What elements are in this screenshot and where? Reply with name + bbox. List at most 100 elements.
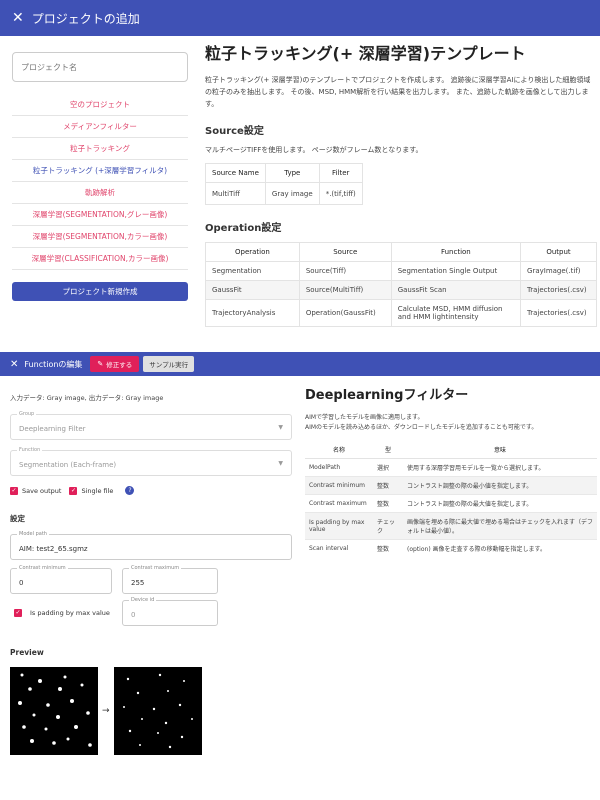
table-header-cell: Type	[264, 163, 320, 183]
table-header-cell: Function	[390, 242, 522, 262]
table-header-cell: 型	[373, 441, 403, 459]
table-row: TrajectoryAnalysis Operation(GaussFit) Cal…	[205, 299, 597, 327]
dropdown-arrow-icon: ▼	[278, 460, 283, 467]
table-cell: Operation(GaussFit)	[298, 299, 392, 327]
source-description: マルチページTIFFを使用します。 ページ数がフレーム数となります。	[205, 146, 423, 154]
table-cell: Is padding by max value	[305, 512, 373, 540]
table-cell: Gray image	[264, 182, 320, 205]
padding-row: ✓ Is padding by max value Device id 0	[10, 597, 292, 626]
settings-heading: 設定	[10, 514, 25, 523]
template-item[interactable]: メディアンフィルター	[12, 116, 188, 138]
project-name-input[interactable]	[12, 52, 188, 82]
template-item[interactable]: 粒子トラッキング (+深層学習フィルタ)	[12, 160, 188, 182]
help-description-2: AIMのモデルを読み込めるほか、ダウンロードしたモデルを追加することも可能です。	[305, 424, 538, 431]
output-options: ✓ Save output ✓ Single file ?	[10, 486, 292, 495]
table-header-cell: Source	[298, 242, 392, 262]
output-preview-image	[113, 667, 202, 755]
table-cell: ModelPath	[305, 458, 373, 477]
device-id-label: Device id	[129, 597, 157, 603]
fix-button[interactable]: ✎ 修正する	[90, 356, 140, 372]
device-id-field[interactable]: Device id 0	[122, 597, 218, 626]
dropdown-arrow-icon: ▼	[278, 424, 283, 431]
table-cell: チェック	[373, 512, 403, 540]
input-preview-image	[10, 667, 98, 755]
template-detail: 粒子トラッキング(+ 深層学習)テンプレート 粒子トラッキング(+ 深層学習)の…	[205, 40, 597, 327]
template-item[interactable]: 粒子トラッキング	[12, 138, 188, 160]
help-icon[interactable]: ?	[125, 486, 135, 495]
io-description: 入力データ: Gray image, 出力データ: Gray image	[10, 394, 164, 402]
single-file-checkbox[interactable]: ✓	[69, 486, 78, 495]
table-row: GaussFit Source(MultiTiff) GaussFit Scan Tr…	[205, 280, 597, 300]
function-label: Function	[17, 447, 43, 453]
template-sidebar: 空のプロジェクトメディアンフィルター粒子トラッキング粒子トラッキング (+深層学…	[12, 52, 188, 301]
table-cell: GrayImage(.tif)	[520, 261, 597, 281]
template-item[interactable]: 深層学習(CLASSIFICATION,カラー画像)	[12, 248, 188, 270]
parameter-table: 名称型意味 ModelPath 選択 使用する深層学習用モデルを一覧から選択します。…	[305, 441, 597, 557]
contrast-maximum-field[interactable]: Contrast maximum 255	[122, 565, 218, 594]
table-cell: 整数	[373, 539, 403, 557]
table-header-cell: Operation	[205, 242, 300, 262]
table-cell: MultiTiff	[205, 182, 266, 205]
table-cell: GaussFit Scan	[390, 280, 522, 300]
table-cell: Source(MultiTiff)	[298, 280, 392, 300]
table-cell: Source(Tiff)	[298, 261, 392, 281]
add-project-header: ✕ プロジェクトの追加	[0, 0, 600, 36]
contrast-minimum-value: 0	[19, 579, 24, 587]
table-header-cell: 意味	[403, 441, 597, 459]
table-cell: GaussFit	[205, 280, 300, 300]
template-item[interactable]: 深層学習(SEGMENTATION,グレー画像)	[12, 204, 188, 226]
table-cell: Contrast minimum	[305, 476, 373, 495]
table-cell: Trajectories(.csv)	[520, 299, 597, 327]
device-id-value: 0	[131, 611, 136, 619]
table-cell: 整数	[373, 476, 403, 495]
table-cell: *.(tif,tiff)	[318, 182, 363, 205]
sample-run-button[interactable]: サンプル実行	[143, 356, 195, 372]
table-row: Scan interval 整数 (option) 画像を走査する際の移動幅を指定し…	[305, 539, 597, 557]
contrast-maximum-label: Contrast maximum	[129, 565, 182, 571]
source-table: Source Name Type Filter MultiTiff Gray imag…	[205, 163, 363, 205]
template-item[interactable]: 軌跡解析	[12, 182, 188, 204]
function-form: 入力データ: Gray image, 出力データ: Gray image Gro…	[10, 392, 292, 755]
template-list: 空のプロジェクト メディアンフィルター 粒子トラッキング 粒子トラッキング (+深層学…	[12, 94, 188, 270]
help-description-1: AIMで学習したモデルを画像に適用します。	[305, 414, 424, 421]
template-title: 粒子トラッキング(+ 深層学習)テンプレート	[205, 44, 526, 63]
source-heading: Source設定	[205, 126, 264, 137]
close-icon[interactable]: ✕	[10, 359, 18, 370]
table-cell: コントラスト調整の際の最大値を指定します。	[403, 494, 597, 513]
contrast-maximum-value: 255	[131, 579, 145, 587]
dialog-title: プロジェクトの追加	[31, 11, 140, 26]
model-path-field[interactable]: Model path AIM: test2_65.sgmz	[10, 531, 292, 560]
close-icon[interactable]: ✕	[12, 10, 24, 26]
template-item[interactable]: 空のプロジェクト	[12, 94, 188, 116]
table-cell: Segmentation	[205, 261, 300, 281]
create-project-button[interactable]: プロジェクト新規作成	[12, 282, 188, 301]
table-cell: Calculate MSD, HMM diffusion and HMM lig…	[390, 299, 522, 327]
padding-checkbox[interactable]: ✓	[14, 609, 22, 617]
arrow-right-icon: →	[102, 706, 110, 716]
function-select[interactable]: Function Segmentation (Each-frame) ▼	[10, 447, 292, 476]
model-path-value: AIM: test2_65.sgmz	[19, 545, 88, 553]
save-output-checkbox[interactable]: ✓	[10, 486, 18, 495]
table-cell: Contrast maximum	[305, 494, 373, 513]
table-row: Is padding by max value チェック 画像端を埋める際に最大値で…	[305, 512, 597, 540]
table-row: ModelPath 選択 使用する深層学習用モデルを一覧から選択します。	[305, 458, 597, 477]
operation-heading: Operation設定	[205, 223, 282, 234]
table-cell: TrajectoryAnalysis	[205, 299, 300, 327]
save-output-label: Save output	[22, 486, 62, 495]
operation-table: Operation Source Function Output Segmentati…	[205, 242, 597, 327]
contrast-minimum-label: Contrast minimum	[17, 565, 68, 571]
table-row: Segmentation Source(Tiff) Segmentation Sin…	[205, 261, 597, 281]
table-row: MultiTiff Gray image *.(tif,tiff)	[205, 182, 363, 205]
group-select[interactable]: Group Deeplearning Filter ▼	[10, 411, 292, 440]
template-item[interactable]: 深層学習(SEGMENTATION,カラー画像)	[12, 226, 188, 248]
table-cell: 選択	[373, 458, 403, 477]
function-value: Segmentation (Each-frame)	[19, 461, 117, 469]
table-cell: 使用する深層学習用モデルを一覧から選択します。	[403, 458, 597, 477]
single-file-label: Single file	[81, 486, 114, 495]
padding-label: Is padding by max value	[30, 609, 110, 617]
table-header-cell: Source Name	[205, 163, 266, 183]
fix-button-label: 修正する	[106, 361, 133, 369]
contrast-row: Contrast minimum 0 Contrast maximum 255	[10, 565, 292, 594]
table-cell: (option) 画像を走査する際の移動幅を指定します。	[403, 539, 597, 557]
contrast-minimum-field[interactable]: Contrast minimum 0	[10, 565, 112, 594]
